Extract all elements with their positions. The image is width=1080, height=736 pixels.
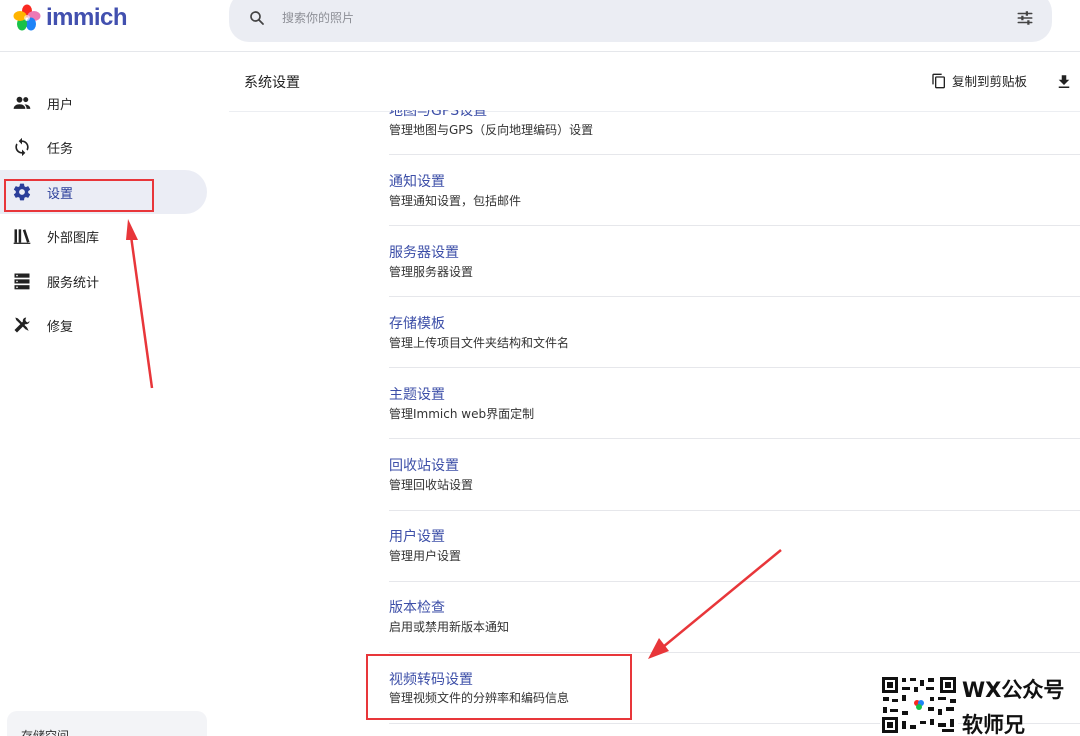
- library-icon: [13, 229, 31, 244]
- qr-code-icon: [880, 675, 958, 735]
- tools-icon: [14, 317, 30, 333]
- sidebar-item-jobs[interactable]: 任务: [0, 125, 207, 169]
- setting-description: 管理服务器设置: [389, 265, 474, 279]
- setting-title[interactable]: 用户设置: [389, 526, 445, 546]
- sidebar-item-label: 外部图库: [47, 230, 100, 246]
- setting-title[interactable]: 通知设置: [389, 171, 445, 191]
- arrow-to-video-transcoding-icon: [648, 549, 782, 659]
- top-bar: immich 搜索你的照片: [0, 0, 1080, 52]
- highlight-box-settings: [4, 179, 154, 212]
- app-name: immich: [46, 4, 128, 31]
- search-input[interactable]: 搜索你的照片: [282, 9, 354, 26]
- setting-title[interactable]: 存储模板: [389, 313, 445, 333]
- watermark: WX公众号 软师兄: [880, 674, 1080, 736]
- divider: [389, 225, 1080, 226]
- setting-description: 管理地图与GPS（反向地理编码）设置: [389, 123, 594, 137]
- setting-title[interactable]: 主题设置: [389, 384, 445, 404]
- sidebar-item-server-stats[interactable]: 服务统计: [0, 259, 207, 303]
- storage-label: 存储空间: [21, 729, 70, 736]
- sidebar-item-label: 用户: [47, 97, 74, 113]
- app-logo[interactable]: immich: [12, 3, 128, 33]
- setting-description: 管理用户设置: [389, 549, 462, 563]
- search-icon[interactable]: [248, 9, 266, 27]
- copy-icon: [932, 73, 945, 88]
- sync-icon: [15, 137, 29, 157]
- setting-description: 管理通知设置，包括邮件: [389, 194, 522, 208]
- sidebar-item-label: 修复: [47, 319, 74, 335]
- watermark-text-line2: 软师兄: [962, 713, 1025, 736]
- header-divider: [229, 111, 1080, 112]
- divider: [389, 154, 1080, 155]
- divider: [389, 652, 1080, 653]
- divider: [389, 438, 1080, 439]
- setting-description: 管理Immich web界面定制: [389, 407, 535, 421]
- sidebar-item-repair[interactable]: 修复: [0, 303, 207, 347]
- page-title: 系统设置: [244, 75, 300, 91]
- copy-to-clipboard-button[interactable]: 复制到剪贴板: [931, 71, 1027, 90]
- divider: [389, 367, 1080, 368]
- sidebar-item-label: 服务统计: [47, 275, 100, 291]
- highlight-box-video-transcoding: [366, 654, 632, 720]
- sidebar-item-label: 任务: [47, 141, 74, 157]
- search-bar[interactable]: 搜索你的照片: [229, 0, 1052, 42]
- sidebar: 用户 任务 设置 外部图库 服务统计 修复: [0, 53, 215, 736]
- watermark-text-line1: WX公众号: [962, 678, 1065, 702]
- setting-title[interactable]: 地图与GPS设置: [389, 110, 487, 120]
- users-icon: [13, 96, 31, 109]
- setting-description: 管理上传项目文件夹结构和文件名: [389, 336, 570, 350]
- divider: [389, 581, 1080, 582]
- divider: [389, 510, 1080, 511]
- setting-title[interactable]: 版本检查: [389, 597, 445, 617]
- copy-label: 复制到剪贴板: [952, 74, 1028, 89]
- storage-card[interactable]: 存储空间: [7, 711, 207, 736]
- divider: [389, 296, 1080, 297]
- server-icon: [14, 273, 30, 290]
- setting-description: 启用或禁用新版本通知: [389, 620, 510, 634]
- setting-title[interactable]: 服务器设置: [389, 242, 459, 262]
- sidebar-item-users[interactable]: 用户: [0, 81, 207, 125]
- immich-logo-icon: [12, 3, 42, 33]
- filter-options-icon[interactable]: [1016, 9, 1034, 27]
- setting-title[interactable]: 回收站设置: [389, 455, 459, 475]
- download-icon[interactable]: [1055, 73, 1073, 91]
- setting-description: 管理回收站设置: [389, 478, 474, 492]
- sidebar-item-external-libraries[interactable]: 外部图库: [0, 214, 207, 258]
